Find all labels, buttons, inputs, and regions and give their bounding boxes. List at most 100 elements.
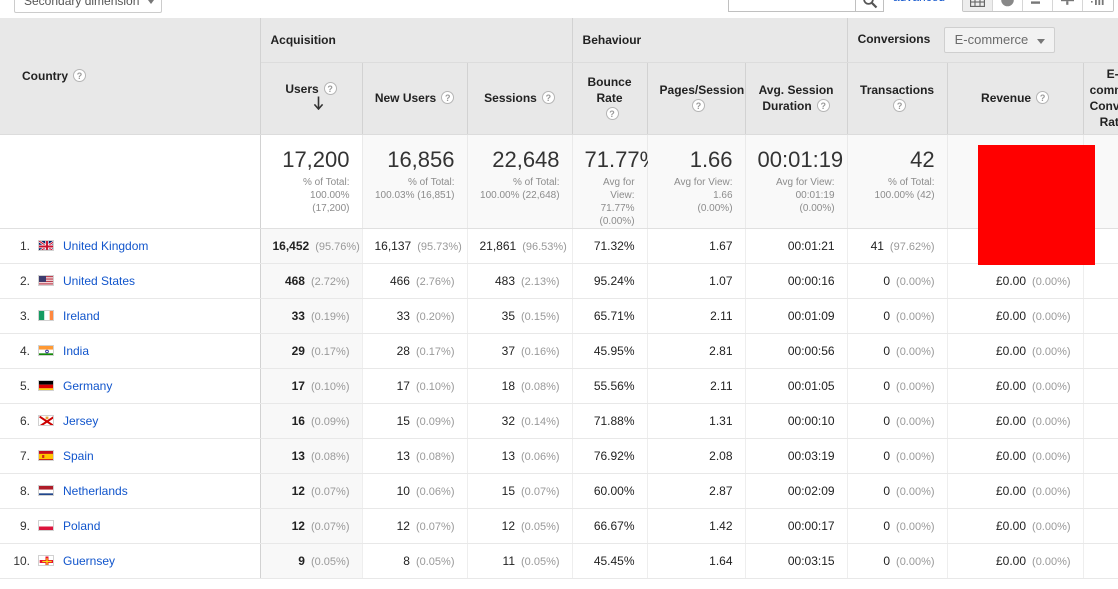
table-row[interactable]: 3. Ireland 33 (0.19%) 33 (0.20%) 35 (0.15%) 65.7…: [0, 298, 1118, 334]
dimension-header-country[interactable]: Country?: [0, 18, 261, 135]
help-icon[interactable]: ?: [323, 82, 337, 96]
cell-revenue-percent: (0.00%): [1032, 275, 1071, 288]
country-link[interactable]: United States: [63, 274, 135, 288]
secondary-dimension-dropdown[interactable]: Secondary dimension: [14, 0, 163, 13]
cell-users: 16,452 (95.76%): [260, 228, 363, 264]
column-header-sessions[interactable]: Sessions?: [467, 62, 573, 135]
table-row[interactable]: 6. Jersey 16 (0.09%) 15 (0.09%) 32 (0.14%) 71.88…: [0, 403, 1118, 439]
cell-sessions: 21,861 (96.53%): [467, 228, 573, 264]
help-icon[interactable]: ?: [816, 99, 830, 113]
cell-new-users-value: 8: [403, 553, 410, 568]
sort-descending-icon[interactable]: [313, 96, 324, 114]
help-icon[interactable]: ?: [605, 107, 619, 121]
cell-new-users: 12 (0.07%): [362, 508, 468, 544]
summary-sessions-sub: % of Total: 100.00% (22,648): [480, 176, 560, 201]
cell-avg-session-duration: 00:01:05: [745, 368, 848, 404]
pivot-view-button[interactable]: [1083, 0, 1113, 11]
country-cell: Netherlands: [38, 473, 261, 509]
table-row[interactable]: 2. United States 468 (2.72%) 466 (2.76%) 483 (2…: [0, 263, 1118, 299]
summary-bounce-rate-value: 71.77%: [584, 146, 660, 172]
comparison-view-button[interactable]: [1053, 0, 1083, 11]
summary-users: 17,200 % of Total: 100.00% (17,200): [260, 134, 363, 229]
column-header-new-users[interactable]: New Users?: [362, 62, 468, 135]
cell-transactions-value: 41: [870, 238, 884, 253]
cell-users: 33 (0.19%): [260, 298, 363, 334]
country-link[interactable]: India: [63, 344, 89, 358]
country-link[interactable]: Ireland: [63, 309, 100, 323]
row-index: 9.: [0, 508, 38, 544]
column-header-users[interactable]: Users?: [260, 62, 363, 135]
cell-revenue-value: £0.00: [996, 343, 1027, 358]
cell-users-value: 12: [291, 518, 305, 533]
cell-sessions-percent: (0.05%): [521, 520, 560, 533]
country-cell: Ireland: [38, 298, 261, 334]
cell-pages-session-value: 2.87: [709, 483, 733, 498]
cell-bounce-rate-value: 66.67%: [593, 518, 635, 533]
column-label-ecommerce-conversion-rate: E-commerce Conversion Rate: [1089, 67, 1118, 129]
country-link[interactable]: Guernsey: [63, 554, 115, 568]
cell-bounce-rate-value: 45.45%: [593, 553, 635, 568]
summary-avg-session-duration-value: 00:01:19: [757, 146, 844, 172]
help-icon[interactable]: ?: [893, 99, 907, 113]
help-icon[interactable]: ?: [1036, 91, 1050, 105]
column-header-ecommerce-conversion-rate[interactable]: E-commerce Conversion Rate: [1083, 62, 1118, 135]
cell-users: 16 (0.09%): [260, 403, 363, 439]
summary-new-users-value: 16,856: [387, 146, 455, 172]
performance-view-button[interactable]: [1023, 0, 1053, 11]
help-icon[interactable]: ?: [441, 91, 455, 105]
table-row[interactable]: 9. Poland 12 (0.07%) 12 (0.07%) 12 (0.05%) 66.67…: [0, 508, 1118, 544]
cell-users-value: 33: [291, 308, 305, 323]
table-row[interactable]: 7. Spain 13 (0.08%) 13 (0.08%) 13 (0.06%) 76.92%…: [0, 438, 1118, 474]
cell-new-users-value: 466: [389, 273, 410, 288]
cell-bounce-rate: 71.32%: [572, 228, 648, 264]
cell-new-users-value: 17: [396, 378, 410, 393]
country-link[interactable]: Germany: [63, 379, 112, 393]
table-row[interactable]: 4. India 29 (0.17%) 28 (0.17%) 37 (0.16%) 45.95%…: [0, 333, 1118, 369]
cell-new-users-value: 28: [396, 343, 410, 358]
cell-avg-session-duration-value: 00:02:09: [787, 483, 835, 498]
country-report-table: Country? Acquisition Behaviour Conversio…: [0, 18, 1118, 579]
cell-ecommerce-conversion-rate: [1083, 263, 1118, 299]
country-link[interactable]: Netherlands: [63, 484, 128, 498]
cell-new-users: 28 (0.17%): [362, 333, 468, 369]
cell-users-value: 16,452: [272, 238, 310, 253]
view-type-toggle-group[interactable]: [962, 0, 1114, 12]
cell-sessions-value: 37: [501, 343, 515, 358]
cell-new-users: 466 (2.76%): [362, 263, 468, 299]
cell-revenue: £0.00 (0.00%): [947, 298, 1084, 334]
help-icon[interactable]: ?: [73, 68, 86, 82]
pie-view-button[interactable]: [993, 0, 1023, 11]
cell-sessions-value: 35: [501, 308, 515, 323]
cell-avg-session-duration: 00:03:15: [745, 543, 848, 579]
cell-new-users-percent: (95.73%): [417, 240, 462, 253]
country-link[interactable]: United Kingdom: [63, 239, 148, 253]
advanced-search-link[interactable]: advanced: [893, 0, 945, 4]
cell-bounce-rate: 76.92%: [572, 438, 648, 474]
conversions-goal-select[interactable]: E-commerce: [943, 26, 1056, 53]
cell-new-users-percent: (0.06%): [415, 485, 455, 498]
help-icon[interactable]: ?: [541, 91, 555, 105]
column-header-avg-session-duration[interactable]: Avg. Session Duration?: [745, 62, 848, 135]
table-row[interactable]: 8. Netherlands 12 (0.07%) 10 (0.06%) 15 (0.07%)…: [0, 473, 1118, 509]
cell-transactions: 0 (0.00%): [847, 438, 948, 474]
table-row[interactable]: 5. Germany 17 (0.10%) 17 (0.10%) 18 (0.08%) 55.5…: [0, 368, 1118, 404]
cell-pages-session: 1.64: [647, 543, 746, 579]
help-icon[interactable]: ?: [692, 99, 706, 113]
table-row[interactable]: 1. United Kingdom 16,452 (95.76%) 16,137 (95.…: [0, 228, 1118, 264]
search-button[interactable]: [856, 0, 884, 12]
cell-avg-session-duration-value: 00:01:05: [787, 378, 835, 393]
country-link[interactable]: Jersey: [63, 414, 98, 428]
country-link[interactable]: Poland: [63, 519, 100, 533]
search-input[interactable]: [728, 0, 856, 12]
summary-pages-session-value: 1.66: [689, 146, 733, 172]
table-row[interactable]: 10. Guernsey 9 (0.05%) 8 (0.05%) 11 (0.05%) 45.4…: [0, 543, 1118, 579]
column-header-bounce-rate[interactable]: Bounce Rate?: [572, 62, 648, 135]
table-view-button[interactable]: [963, 0, 993, 11]
column-header-revenue[interactable]: Revenue?: [947, 62, 1084, 135]
country-link[interactable]: Spain: [63, 449, 94, 463]
cell-transactions: 0 (0.00%): [847, 368, 948, 404]
flag-nl-icon: [38, 484, 54, 496]
column-header-pages-session[interactable]: Pages/Session?: [647, 62, 746, 135]
cell-revenue: £0.00 (0.00%): [947, 403, 1084, 439]
column-header-transactions[interactable]: Transactions?: [847, 62, 948, 135]
